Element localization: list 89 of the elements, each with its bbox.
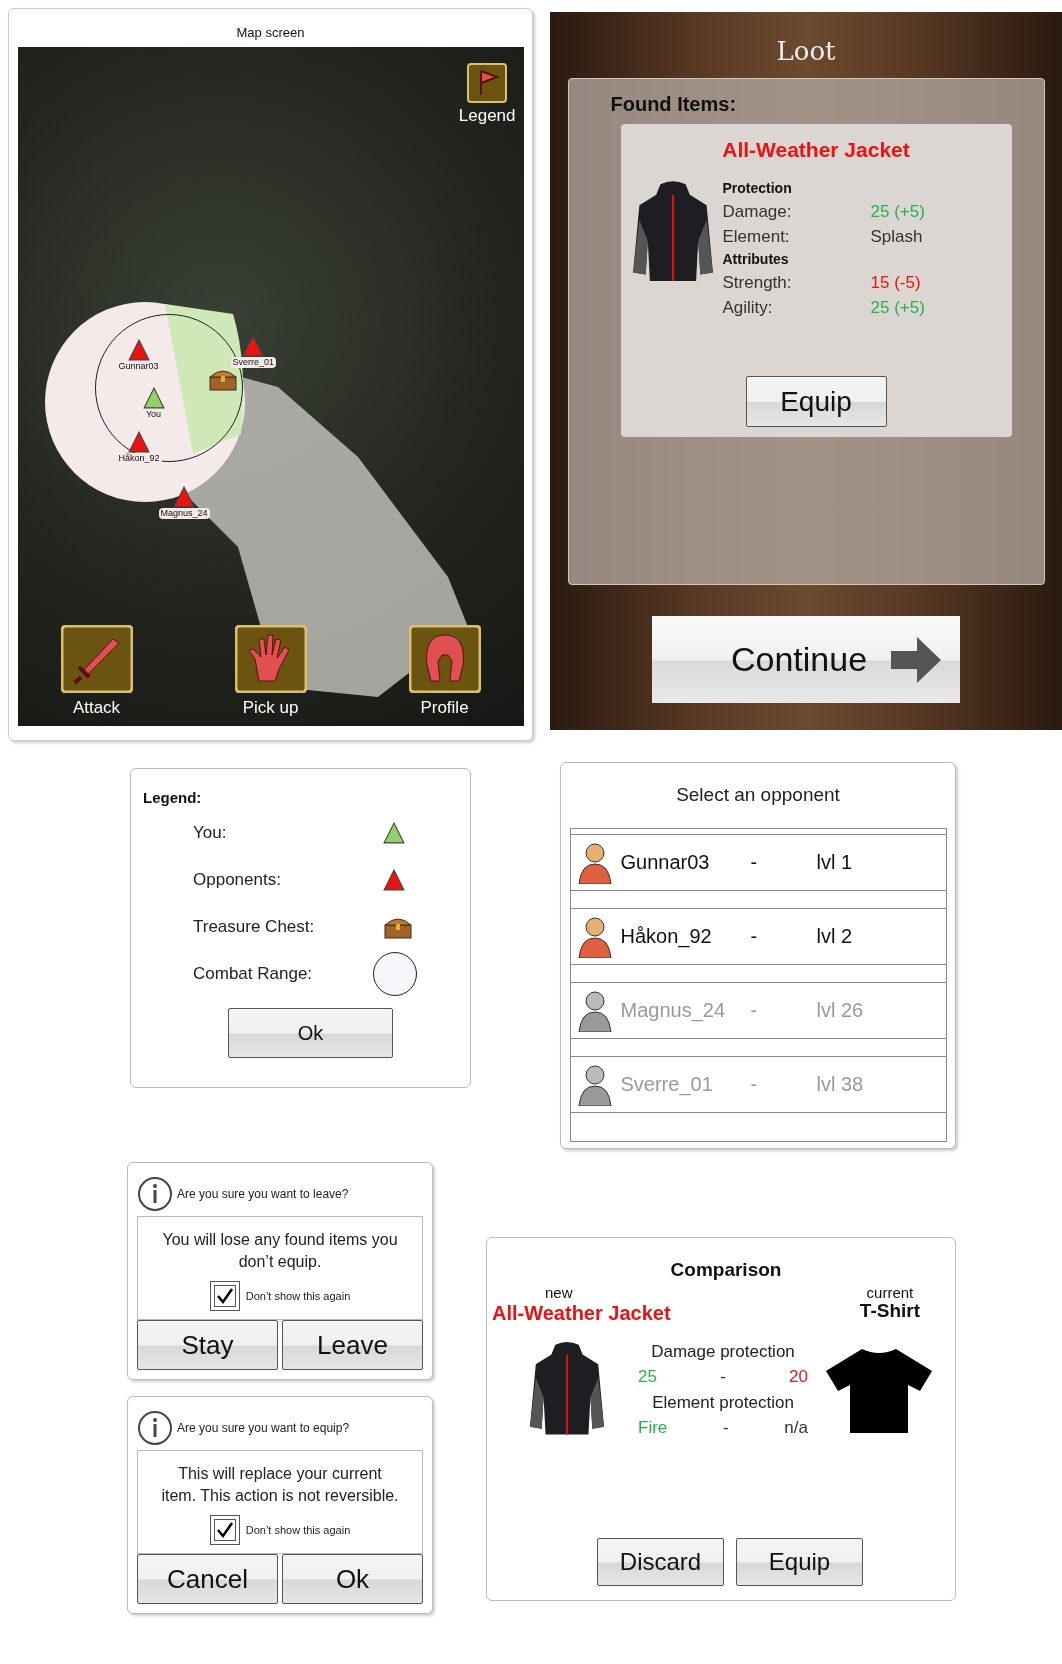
- player-label: Magnus_24: [158, 508, 210, 519]
- chest-icon: [207, 367, 238, 391]
- stat-value: 25 (+5): [870, 200, 925, 223]
- opponent-level: lvl 1: [816, 850, 853, 875]
- checkmark-icon: [215, 1521, 234, 1539]
- info-icon: [137, 1176, 173, 1212]
- separator: -: [750, 1072, 759, 1097]
- player-label: Sverre_01: [230, 357, 277, 368]
- player-label: Håkon_92: [116, 453, 162, 464]
- opponent-name: Magnus_24: [620, 998, 727, 1024]
- separator: -: [723, 1417, 729, 1439]
- stat-value: Splash: [870, 225, 923, 248]
- opponent-marker: [128, 431, 150, 453]
- stat-value: 25 (+5): [870, 296, 925, 319]
- player-label: You: [143, 409, 164, 420]
- dialog-button[interactable]: Leave: [282, 1320, 423, 1370]
- equip-button[interactable]: Equip: [745, 376, 887, 427]
- stat-label: Element:: [722, 225, 791, 248]
- current-value: 20: [789, 1366, 808, 1388]
- opponent-row[interactable]: Håkon_92 - lvl 2: [570, 907, 946, 965]
- opponent-level: lvl 2: [816, 924, 853, 949]
- dialog-title: Select an opponent: [676, 783, 840, 807]
- separator: -: [750, 850, 759, 875]
- separator: -: [750, 998, 759, 1023]
- legend-entry-label: Treasure Chest:: [193, 916, 316, 939]
- current-item-name: T-Shirt: [859, 1300, 920, 1321]
- item-name: All-Weather Jacket: [722, 137, 910, 163]
- checkbox-label: Don’t show this again: [245, 1522, 351, 1538]
- stat-label: Agility:: [722, 296, 774, 319]
- arrow-right-icon: [891, 636, 942, 683]
- opponent-level: lvl 38: [816, 1072, 864, 1097]
- stat-group-heading: Attributes: [722, 249, 790, 269]
- stat-label: Strength:: [722, 271, 793, 294]
- legend-entry-label: Opponents:: [193, 869, 282, 892]
- dialog-question: Are you sure you want to leave?: [177, 1186, 349, 1203]
- current-caption: current: [866, 1284, 914, 1301]
- opponent-name: Gunnar03: [620, 850, 711, 875]
- sword-icon: [60, 624, 133, 693]
- hand-icon: [234, 624, 307, 693]
- opponent-name: Håkon_92: [620, 924, 713, 950]
- current-value: n/a: [784, 1417, 808, 1439]
- opponent-name: Sverre_01: [620, 1072, 714, 1098]
- separator: -: [750, 924, 759, 949]
- checkbox-label: Don’t show this again: [245, 1288, 351, 1304]
- opponent-marker: [383, 869, 405, 891]
- checkbox[interactable]: [209, 1515, 240, 1545]
- section-heading: Found Items:: [610, 92, 738, 117]
- dialog-button[interactable]: Equip: [736, 1538, 863, 1586]
- checkmark-icon: [215, 1287, 234, 1305]
- checkbox[interactable]: [209, 1281, 240, 1311]
- dialog-title: Legend:: [143, 788, 203, 808]
- player-label: Gunnar03: [116, 361, 161, 372]
- opponent-level: lvl 26: [816, 998, 864, 1023]
- opponent-marker: [127, 339, 150, 361]
- continue-button[interactable]: Continue: [652, 616, 960, 703]
- player-marker: [383, 822, 405, 844]
- dialog-question: Are you sure you want to equip?: [177, 1420, 350, 1437]
- dialog-button[interactable]: Ok: [282, 1554, 423, 1604]
- screen-title: Loot: [776, 35, 836, 68]
- legend-entry-label: You:: [193, 822, 228, 845]
- stat-label: Damage:: [722, 200, 793, 223]
- legend-label: Legend: [458, 105, 516, 127]
- dialog-button[interactable]: Discard: [597, 1538, 724, 1586]
- dialog-title: Comparison: [670, 1258, 782, 1282]
- new-value: 25: [638, 1366, 657, 1388]
- screen-title: Map screen: [236, 23, 305, 42]
- action-label: Attack: [72, 696, 121, 719]
- opponent-marker: [173, 486, 195, 508]
- flag-icon[interactable]: [467, 63, 508, 103]
- player-marker: [142, 387, 165, 409]
- dialog-button[interactable]: Cancel: [137, 1554, 278, 1604]
- legend-entry-label: Combat Range:: [193, 963, 314, 986]
- opponent-row[interactable]: Gunnar03 - lvl 1: [570, 833, 946, 891]
- ok-button[interactable]: Ok: [228, 1007, 393, 1058]
- stat-group-heading: Protection: [722, 178, 793, 198]
- action-label: Profile: [420, 696, 469, 719]
- new-item-name: All-Weather Jacket: [492, 1300, 671, 1325]
- chest-icon: [383, 915, 413, 939]
- stat-value: 15 (-5): [870, 271, 921, 294]
- separator: -: [720, 1366, 726, 1388]
- dialog-button[interactable]: Stay: [137, 1320, 278, 1370]
- dialog-message: This will replace your current item. This action is not reversible.: [160, 1464, 400, 1506]
- new-caption: new: [545, 1284, 573, 1301]
- comparison-heading: Element protection: [651, 1391, 795, 1414]
- dialog-message: You will lose any found items you don’t equip.: [161, 1230, 399, 1272]
- comparison-heading: Damage protection: [650, 1340, 796, 1363]
- info-icon: [137, 1410, 173, 1446]
- new-value: Fire: [638, 1417, 668, 1439]
- action-label: Pick up: [242, 696, 299, 719]
